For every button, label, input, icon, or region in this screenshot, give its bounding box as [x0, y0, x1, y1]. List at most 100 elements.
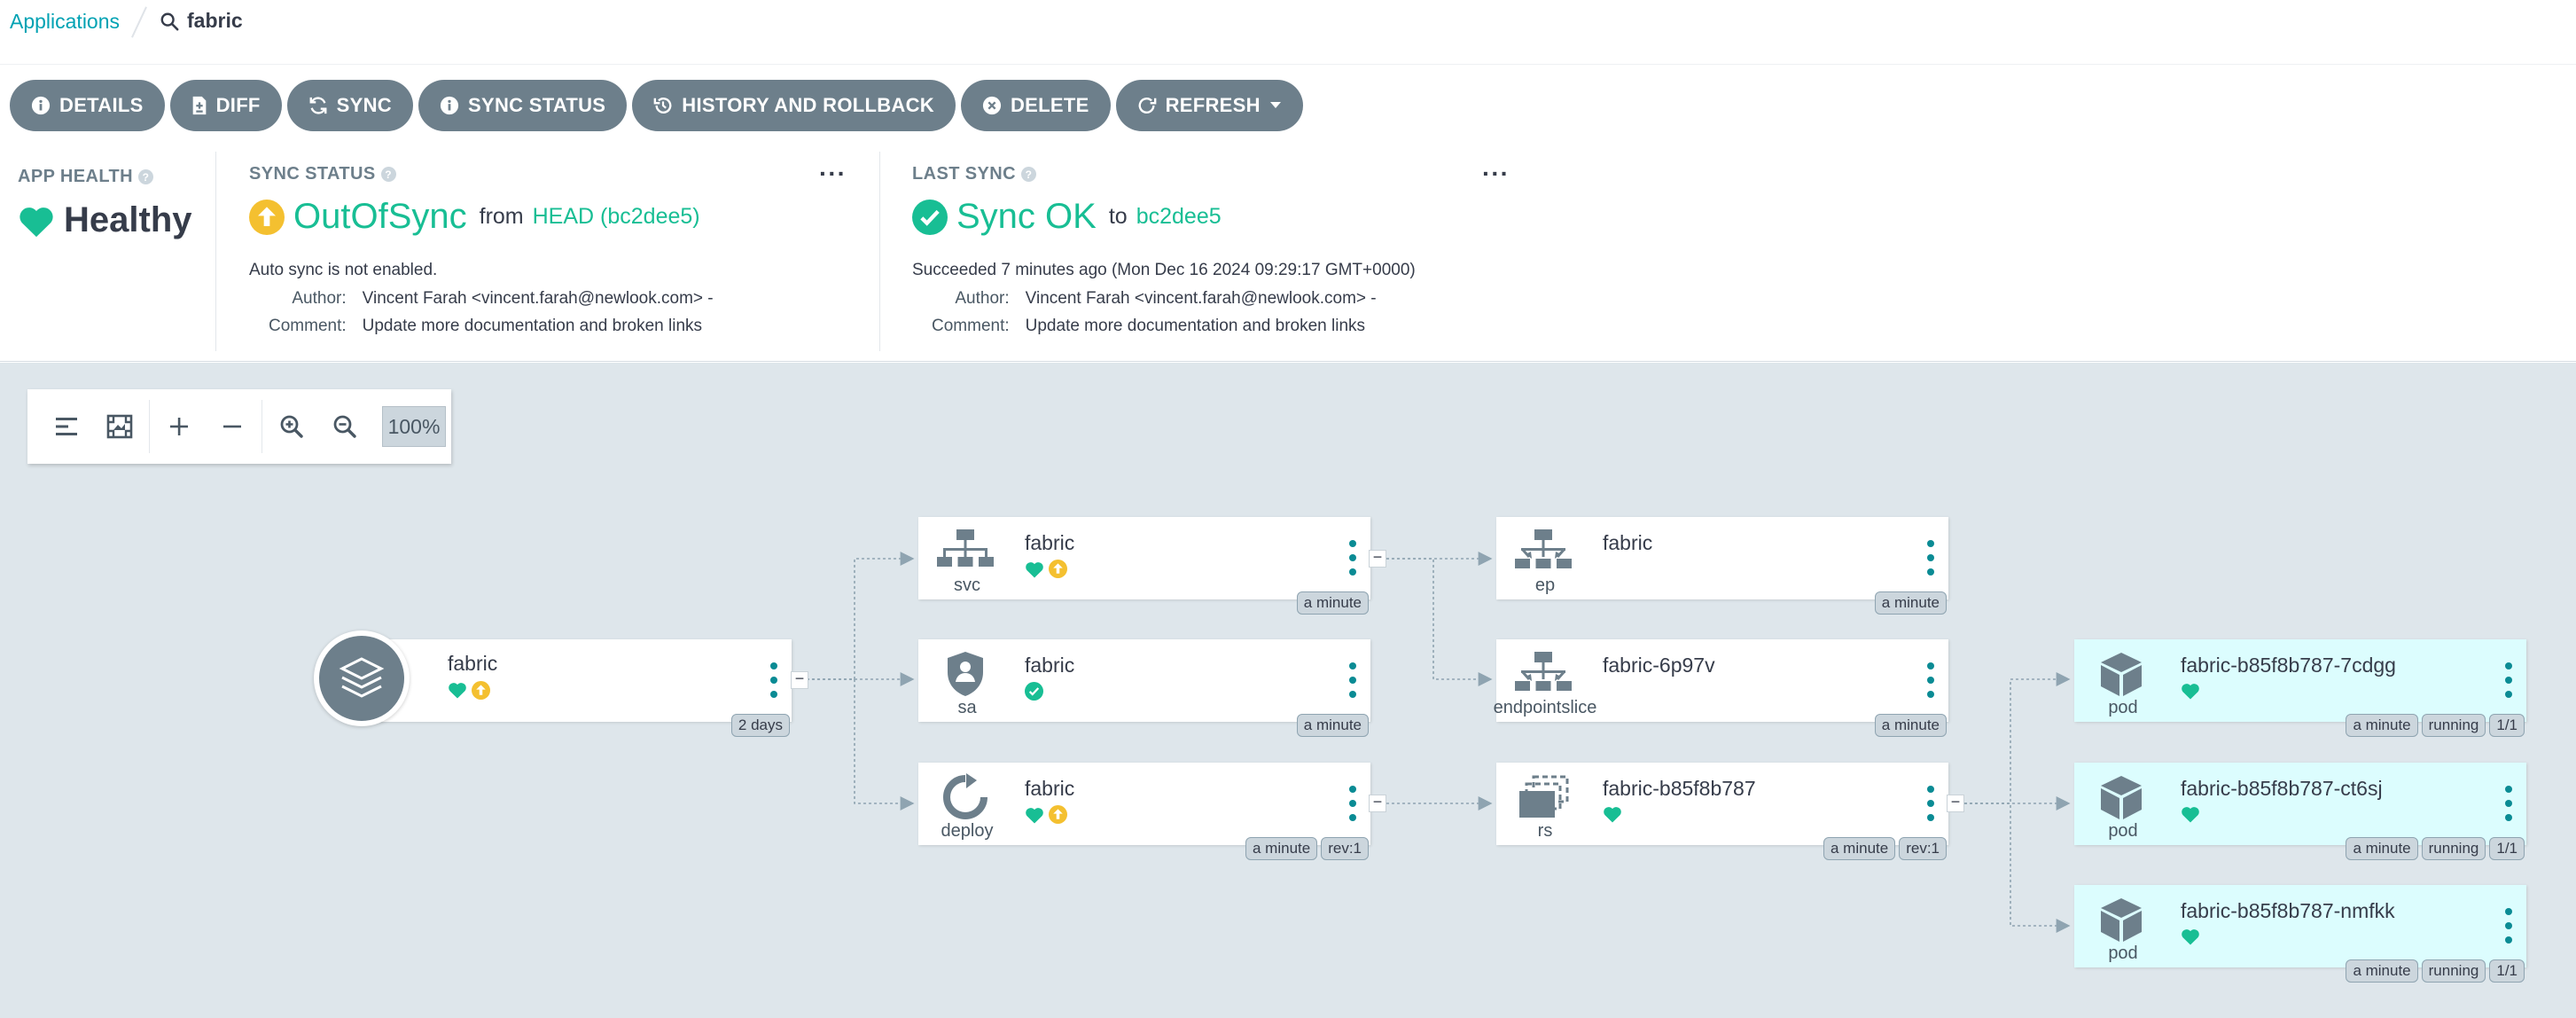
- kebab-menu-icon[interactable]: [1925, 662, 1936, 698]
- node-status-badges: [448, 681, 490, 700]
- app-node[interactable]: fabric 2 days: [359, 639, 792, 737]
- sync-button[interactable]: SYNC: [286, 80, 413, 131]
- heart-icon: [1026, 561, 1043, 578]
- node-name: fabric-b85f8b787-7cdgg: [2181, 654, 2396, 677]
- node-kind: deploy: [941, 821, 994, 841]
- app-icon: [314, 630, 410, 726]
- app-name: fabric: [187, 9, 243, 32]
- comment-value: Update more documentation and broken lin…: [1025, 317, 1366, 335]
- layers-icon: [339, 657, 385, 698]
- last-sync-heading: LAST SYNC ?: [912, 164, 1036, 184]
- close-circle-icon: [982, 96, 1002, 115]
- sync-status-button[interactable]: SYNC STATUS: [418, 80, 628, 131]
- age-tag: a minute: [1874, 714, 1947, 737]
- node-kind: rs: [1537, 821, 1553, 841]
- sync-revision-link[interactable]: HEAD (bc2dee5): [533, 204, 700, 230]
- details-label: DETAILS: [59, 94, 144, 116]
- refresh-button[interactable]: REFRESH: [1115, 80, 1303, 131]
- age-tag: a minute: [1823, 837, 1896, 860]
- kebab-menu-icon[interactable]: [1347, 662, 1358, 698]
- resource-node-deploy[interactable]: deploy fabric a minute rev:1: [918, 763, 1370, 860]
- help-icon[interactable]: ?: [1020, 167, 1036, 182]
- sync-status-more-icon[interactable]: ···: [819, 161, 847, 186]
- kebab-menu-icon[interactable]: [1925, 540, 1936, 576]
- sync-status-label: SYNC STATUS: [249, 164, 376, 184]
- delete-button[interactable]: DELETE: [960, 80, 1111, 131]
- kebab-menu-icon[interactable]: [2503, 908, 2514, 944]
- kebab-menu-icon[interactable]: [1925, 786, 1936, 821]
- resource-node-sa[interactable]: sa fabric a minute: [918, 639, 1370, 737]
- author-value: Vincent Farah <vincent.farah@newlook.com…: [1025, 289, 1377, 308]
- node-kind: pod: [2108, 944, 2138, 963]
- age-tag: a minute: [1874, 591, 1947, 615]
- divider: [879, 152, 880, 351]
- comment-label: Comment:: [932, 317, 1010, 335]
- arrow-up-circle-icon: [472, 681, 490, 700]
- resource-tree: 100% fabric 2 days − svc fabric a minute…: [0, 363, 2576, 1018]
- app-health-value: Healthy: [18, 200, 192, 240]
- resource-node-svc[interactable]: svc fabric a minute: [918, 517, 1370, 615]
- collapse-toggle[interactable]: −: [1947, 794, 1964, 812]
- age-tag: 2 days: [730, 714, 790, 737]
- details-button[interactable]: DETAILS: [10, 80, 165, 131]
- history-label: HISTORY AND ROLLBACK: [682, 94, 934, 116]
- kebab-menu-icon[interactable]: [2503, 662, 2514, 698]
- collapse-toggle[interactable]: −: [1369, 549, 1386, 568]
- node-kind: ep: [1534, 576, 1556, 595]
- node-name: fabric-b85f8b787: [1603, 777, 1756, 800]
- last-sync-revision-link[interactable]: bc2dee5: [1136, 204, 1222, 230]
- kebab-menu-icon[interactable]: [769, 662, 779, 698]
- resource-node-ep[interactable]: ep fabric a minute: [1496, 517, 1948, 615]
- heart-icon: [20, 207, 53, 237]
- history-rollback-button[interactable]: HISTORY AND ROLLBACK: [632, 80, 956, 131]
- node-kind: pod: [2108, 821, 2138, 841]
- sync-status-heading: SYNC STATUS ?: [249, 164, 396, 184]
- app-health-heading: APP HEALTH ?: [18, 167, 153, 187]
- caret-down-icon[interactable]: [1269, 101, 1282, 110]
- node-name: fabric-6p97v: [1603, 654, 1715, 677]
- resource-node-rs[interactable]: rs fabric-b85f8b787 a minute rev:1: [1496, 763, 1948, 860]
- last-sync-details: Author: Vincent Farah <vincent.farah@new…: [932, 289, 1377, 336]
- node-kind: endpointslice: [1493, 698, 1597, 717]
- sync-from-text: from: [479, 204, 524, 229]
- breadcrumb-applications-link[interactable]: Applications: [10, 10, 120, 34]
- revision-tag: rev:1: [1899, 837, 1947, 860]
- comment-value: Update more documentation and broken lin…: [362, 317, 703, 335]
- help-icon[interactable]: ?: [380, 167, 396, 182]
- last-sync-to-text: to: [1108, 204, 1128, 229]
- node-status-badges: [1025, 805, 1067, 824]
- collapse-toggle[interactable]: −: [1369, 794, 1386, 812]
- resource-node-pod[interactable]: pod fabric-b85f8b787-7cdgg a minute runn…: [2074, 639, 2526, 737]
- help-icon[interactable]: ?: [137, 169, 153, 184]
- node-status-badges: [2181, 682, 2200, 700]
- diff-button[interactable]: DIFF: [169, 80, 282, 131]
- replicaset-icon: [1512, 773, 1574, 821]
- heart-icon: [2182, 807, 2199, 823]
- file-diff-icon: [192, 96, 206, 115]
- node-tags: a minute rev:1: [1823, 837, 1947, 860]
- status-tag: running: [2421, 714, 2486, 737]
- resource-node-pod[interactable]: pod fabric-b85f8b787-ct6sj a minute runn…: [2074, 763, 2526, 860]
- collapse-toggle[interactable]: −: [791, 670, 808, 689]
- pod-cube-icon: [2090, 773, 2152, 821]
- heart-icon: [1026, 807, 1043, 824]
- delete-label: DELETE: [1010, 94, 1089, 116]
- kebab-menu-icon[interactable]: [2503, 786, 2514, 821]
- history-icon: [653, 98, 672, 114]
- author-label: Author:: [955, 289, 1010, 308]
- heart-icon: [1604, 807, 1621, 823]
- ready-tag: 1/1: [2489, 714, 2525, 737]
- kebab-menu-icon[interactable]: [1347, 786, 1358, 821]
- node-tags: a minute: [1296, 591, 1369, 615]
- node-name: fabric: [1025, 777, 1075, 800]
- service-account-icon: [934, 650, 996, 698]
- node-tags: a minute running 1/1: [2346, 959, 2525, 983]
- resource-node-endpointslice[interactable]: endpointslice fabric-6p97v a minute: [1494, 639, 1948, 737]
- resource-node-pod[interactable]: pod fabric-b85f8b787-nmfkk a minute runn…: [2074, 885, 2526, 983]
- breadcrumb-separator: [131, 6, 147, 38]
- ready-tag: 1/1: [2489, 837, 2525, 860]
- node-tags: 2 days: [730, 714, 790, 737]
- node-kind: svc: [954, 576, 980, 595]
- last-sync-more-icon[interactable]: ···: [1482, 161, 1510, 186]
- kebab-menu-icon[interactable]: [1347, 540, 1358, 576]
